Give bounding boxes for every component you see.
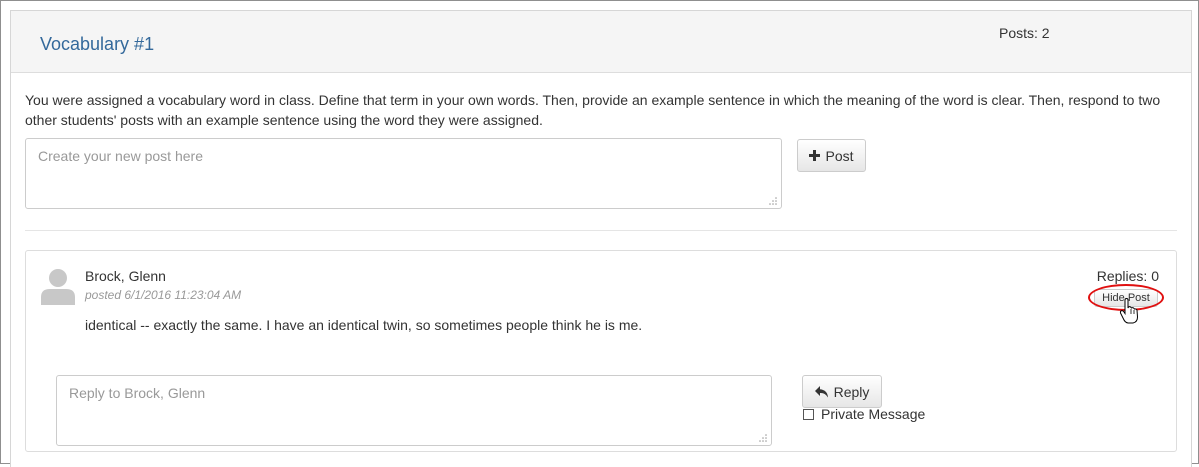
forum-panel: Vocabulary #1 Posts: 2 You were assigned…	[10, 10, 1192, 467]
post-button-label: Post	[825, 147, 854, 164]
forum-window: Vocabulary #1 Posts: 2 You were assigned…	[0, 0, 1199, 467]
private-message-label: Private Message	[821, 406, 926, 422]
private-message-checkbox[interactable]	[803, 408, 814, 420]
post-timestamp: posted 6/1/2016 11:23:04 AM	[85, 288, 242, 302]
post-button[interactable]: Post	[797, 139, 866, 172]
reply-button[interactable]: Reply	[802, 375, 882, 408]
reply-input[interactable]	[56, 375, 772, 446]
post-author: Brock, Glenn	[85, 268, 166, 284]
divider	[25, 230, 1177, 231]
reply-button-label: Reply	[833, 383, 870, 400]
panel-header: Vocabulary #1 Posts: 2	[11, 11, 1191, 73]
forum-title: Vocabulary #1	[40, 34, 155, 54]
new-post-input[interactable]	[25, 138, 782, 209]
hide-post-label: Hide Post	[1102, 292, 1150, 304]
post-card: Brock, Glenn posted 6/1/2016 11:23:04 AM…	[25, 250, 1177, 452]
forum-prompt: You were assigned a vocabulary word in c…	[25, 92, 1161, 128]
post-body: identical -- exactly the same. I have an…	[85, 317, 643, 333]
private-message-option: Private Message	[803, 406, 925, 422]
replies-count: Replies: 0	[1096, 268, 1159, 284]
user-avatar-icon	[41, 269, 75, 305]
plus-icon	[809, 150, 821, 161]
hide-post-button[interactable]: Hide Post	[1094, 289, 1158, 307]
reply-arrow-icon	[814, 385, 828, 397]
posts-count: Posts: 2	[999, 25, 1050, 41]
